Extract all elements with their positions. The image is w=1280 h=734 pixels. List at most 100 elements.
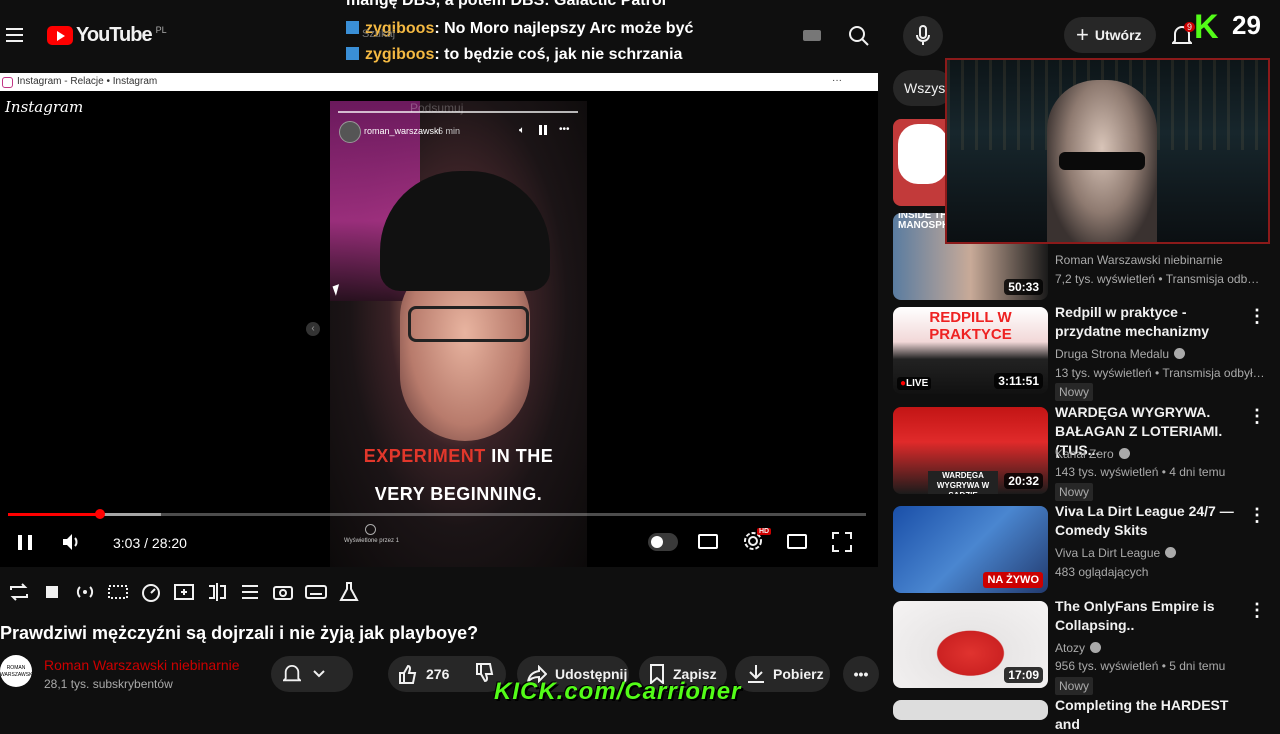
youtube-wordmark: YouTube [76, 24, 153, 46]
subtitles-icon[interactable] [698, 534, 718, 549]
broadcast-icon[interactable] [74, 581, 96, 603]
like-button[interactable]: 276 [388, 656, 506, 692]
more-vert-icon[interactable]: ⋮ [1248, 601, 1266, 619]
thumbs-down-icon[interactable] [475, 662, 495, 686]
pause-icon[interactable] [539, 125, 547, 135]
progress-bar[interactable] [8, 509, 866, 519]
channel-name[interactable]: Roman Warszawski niebinarnie [44, 657, 240, 673]
story-prev-button[interactable]: ‹ [306, 322, 320, 336]
speed-icon[interactable] [140, 581, 162, 603]
volume-button[interactable] [62, 533, 82, 556]
fullscreen-button[interactable] [832, 532, 852, 557]
theater-mode-icon[interactable] [787, 534, 807, 549]
autoplay-toggle[interactable] [648, 533, 678, 551]
more-vert-icon[interactable]: ⋮ [1248, 407, 1266, 425]
create-button[interactable]: + Utwórz [1064, 17, 1156, 53]
thumbnail[interactable]: WARDĘGA WYGRYWA W SĄDZIE 20:32 [893, 407, 1048, 494]
live-now-badge: NA ŻYWO [983, 572, 1043, 588]
stack-icon[interactable] [239, 581, 261, 603]
kick-channel-overlay: KICK.com/Carrioner [494, 678, 742, 705]
rec-meta: 956 tys. wyświetleń • 5 dni temu [1055, 659, 1226, 673]
video-player[interactable]: Instagram - Relacje • Instagram ··· Inst… [0, 73, 878, 567]
stop-icon[interactable] [41, 581, 63, 603]
rec-title[interactable]: The OnlyFans Empire is Collapsing.. [1055, 597, 1255, 635]
instagram-story[interactable]: Podsumuj roman_warszawski 6 min 🔈︎ ••• E… [330, 101, 587, 567]
flask-icon[interactable] [338, 581, 360, 603]
browser-menu-dots[interactable]: ··· [832, 75, 842, 86]
subscription-bell-button[interactable] [271, 656, 353, 692]
verified-icon [1174, 348, 1186, 359]
thumbnail[interactable]: REDPILL W PRAKTYCE ●LIVE 3:11:51 [893, 307, 1048, 394]
rec-meta: 13 tys. wyświetleń • Transmisja odbyła s… [1055, 366, 1265, 380]
scrubber-handle[interactable] [94, 509, 105, 519]
subscriber-count: 28,1 tys. subskrybentów [44, 677, 173, 691]
rec-title[interactable]: Redpill w praktyce - przydatne mechanizm… [1055, 303, 1255, 341]
browser-tab-bar: Instagram - Relacje • Instagram ··· [0, 73, 878, 91]
story-more-icon[interactable]: ••• [559, 124, 570, 135]
rec-meta: 143 tys. wyświetleń • 4 dni temu [1055, 465, 1226, 479]
instagram-favicon-icon [2, 77, 13, 88]
rec-channel[interactable]: Kanał Zero [1055, 447, 1130, 461]
live-badge: ●LIVE [897, 377, 932, 390]
instagram-wordmark: Instagram [5, 98, 84, 116]
thumbs-up-icon [399, 664, 417, 684]
verified-icon [1165, 547, 1177, 558]
notifications-button[interactable]: 9 [1170, 22, 1196, 52]
rec-title[interactable]: Completing the HARDEST and [1055, 696, 1255, 734]
fullscreen-icon [832, 532, 852, 552]
thumbnail[interactable]: 17:09 [893, 601, 1048, 688]
thumbnail[interactable]: NA ŻYWO [893, 506, 1048, 593]
story-time: 6 min [438, 126, 461, 136]
loop-icon[interactable] [8, 581, 30, 603]
split-icon[interactable] [206, 581, 228, 603]
search-input[interactable]: Szukaj [362, 28, 395, 40]
rec-meta: 7,2 tys. wyświetleń • Transmisja odbyła … [1055, 272, 1265, 286]
youtube-play-icon [47, 26, 73, 45]
settings-button[interactable]: HD [742, 528, 772, 557]
recommendation-item[interactable]: NA ŻYWO Viva La Dirt League 24/7 — Comed… [893, 503, 1280, 596]
chevron-down-icon [313, 670, 325, 678]
thumbnail[interactable] [893, 700, 1048, 720]
voice-search-button[interactable] [903, 16, 943, 56]
search-icon[interactable] [848, 25, 870, 52]
story-person-glasses [408, 306, 529, 342]
recommendation-item[interactable]: Completing the HARDEST and [893, 697, 1280, 732]
story-ghost-summary: Podsumuj [410, 101, 464, 115]
recommendation-item[interactable]: REDPILL W PRAKTYCE ●LIVE 3:11:51 Redpill… [893, 304, 1280, 401]
new-badge: Nowy [1055, 677, 1094, 695]
browser-tab-title: Instagram - Relacje • Instagram [17, 76, 158, 87]
rec-channel[interactable]: Roman Warszawski niebinarnie [1055, 253, 1223, 267]
camera-icon[interactable] [272, 581, 294, 603]
streamer-webcam [945, 58, 1270, 244]
recommendation-item[interactable]: 17:09 The OnlyFans Empire is Collapsing.… [893, 598, 1280, 695]
story-username[interactable]: roman_warszawski [364, 126, 441, 136]
youtube-logo[interactable]: YouTube PL [47, 24, 167, 47]
rec-channel[interactable]: Atozy [1055, 641, 1102, 655]
more-horizontal-icon: ••• [853, 666, 869, 682]
story-avatar[interactable] [339, 121, 361, 143]
duration-badge: 50:33 [1004, 279, 1043, 295]
menu-icon[interactable] [6, 27, 24, 48]
pause-button[interactable] [18, 535, 32, 550]
channel-avatar[interactable]: ROMAN WARSZAWSKI [0, 655, 32, 687]
recommendation-item[interactable]: WARDĘGA WYGRYWA W SĄDZIE 20:32 WARDĘGA W… [893, 404, 1280, 501]
keyboard-icon[interactable] [803, 30, 821, 41]
download-label: Pobierz [773, 666, 824, 682]
rec-channel[interactable]: Druga Strona Medalu [1055, 347, 1186, 361]
more-vert-icon[interactable]: ⋮ [1248, 506, 1266, 524]
more-vert-icon[interactable]: ⋮ [1248, 307, 1266, 325]
frame-icon[interactable] [107, 581, 129, 603]
duration-badge: 20:32 [1004, 473, 1043, 489]
extension-toolbar [8, 581, 360, 603]
filter-chip-all[interactable]: Wszyst [893, 70, 953, 106]
more-actions-button[interactable]: ••• [843, 656, 879, 692]
mute-icon[interactable]: 🔈︎ [519, 125, 525, 136]
progress-played [8, 513, 100, 516]
keyboard-icon[interactable] [305, 581, 327, 603]
download-button[interactable]: Pobierz [735, 656, 830, 692]
add-frame-icon[interactable] [173, 581, 195, 603]
hd-badge: HD [757, 528, 772, 535]
rec-title[interactable]: Viva La Dirt League 24/7 — Comedy Skits [1055, 502, 1255, 540]
rec-channel[interactable]: Viva La Dirt League [1055, 546, 1177, 560]
volume-icon [63, 534, 78, 550]
